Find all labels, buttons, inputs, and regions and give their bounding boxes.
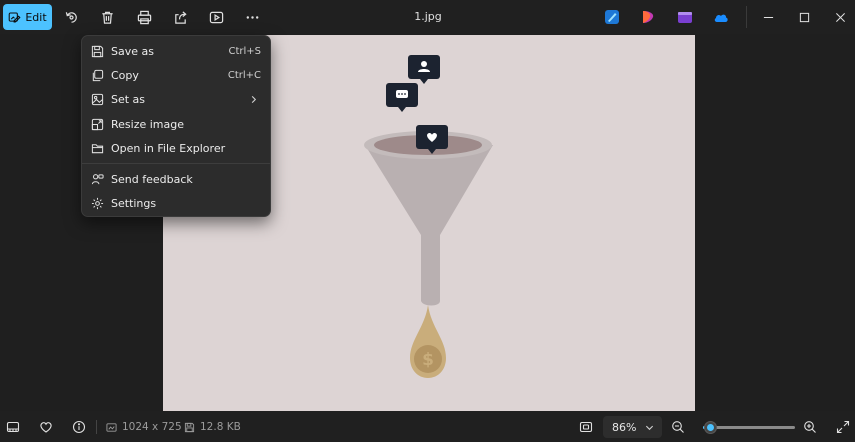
menu-item-set-as[interactable]: Set as (82, 88, 270, 112)
zoom-in-icon (804, 421, 816, 433)
share-icon (174, 10, 187, 24)
status-separator (96, 420, 97, 434)
edit-button[interactable]: Edit (3, 4, 52, 30)
fullscreen-button[interactable] (834, 418, 852, 436)
minimize-icon (763, 16, 773, 18)
fullscreen-icon (836, 420, 850, 434)
chevron-right-icon (251, 95, 257, 103)
folder-icon (90, 141, 104, 155)
dimensions-text: 1024 x 725 (122, 421, 182, 433)
menu-item-shortcut: Ctrl+C (227, 69, 261, 81)
gear-icon (90, 197, 104, 211)
edit-image-icon (9, 12, 21, 22)
dimensions-icon (106, 422, 117, 432)
zoom-level-value: 86% (612, 420, 637, 434)
zoom-out-icon (672, 421, 684, 433)
slideshow-button[interactable] (206, 7, 226, 27)
toolbar-divider (746, 6, 747, 28)
file-info-button[interactable] (70, 418, 88, 436)
menu-separator (82, 163, 270, 165)
clipchamp-app-button[interactable] (640, 9, 656, 25)
zoom-slider-thumb[interactable] (703, 421, 717, 434)
favorite-button[interactable] (37, 418, 55, 436)
set-as-icon (90, 93, 104, 107)
menu-item-label: Save as (111, 44, 154, 58)
heart-icon (40, 422, 52, 433)
printer-icon (137, 10, 151, 24)
menu-item-label: Copy (111, 68, 139, 82)
print-button[interactable] (134, 7, 154, 27)
fit-screen-icon (579, 421, 593, 433)
zoom-out-button[interactable] (669, 418, 687, 436)
info-icon (72, 420, 86, 434)
save-icon (90, 44, 104, 58)
menu-item-label: Settings (111, 197, 157, 211)
rotate-icon (65, 11, 77, 23)
video-editor-app-button[interactable] (677, 9, 693, 25)
menu-item-label: Open in File Explorer (111, 141, 226, 155)
resize-icon (90, 117, 104, 131)
close-button[interactable] (830, 7, 850, 27)
designer-app-button[interactable] (604, 9, 620, 25)
menu-item-shortcut: Ctrl+S (228, 45, 261, 57)
designer-app-icon (605, 10, 619, 24)
delete-button[interactable] (97, 7, 117, 27)
file-size-text: 12.8 KB (200, 421, 241, 433)
more-options-button[interactable] (242, 7, 262, 27)
menu-item-resize-image[interactable]: Resize image (82, 112, 270, 136)
edit-button-label: Edit (25, 10, 47, 24)
clipchamp-app-icon (643, 11, 654, 23)
fit-to-window-button[interactable] (577, 418, 595, 436)
menu-item-send-feedback[interactable]: Send feedback (82, 167, 270, 191)
video-editor-app-icon (678, 12, 692, 23)
more-icon (246, 15, 258, 19)
slideshow-icon (209, 11, 223, 23)
menu-item-label: Send feedback (111, 173, 193, 187)
close-icon (835, 12, 845, 22)
top-toolbar: Edit 1.jpg (0, 0, 855, 34)
menu-item-copy[interactable]: Copy Ctrl+C (82, 63, 270, 87)
onedrive-button[interactable] (713, 9, 729, 25)
chat-bubble-icon (386, 83, 418, 112)
image-dimensions: 1024 x 725 (106, 421, 182, 433)
file-size-icon (184, 422, 195, 432)
trash-icon (101, 11, 113, 24)
file-title: 1.jpg (414, 10, 442, 23)
menu-item-settings[interactable]: Settings (82, 192, 270, 216)
filmstrip-icon (6, 421, 20, 433)
maximize-button[interactable] (794, 7, 814, 27)
user-bubble-icon (408, 55, 440, 84)
chevron-down-icon (645, 425, 654, 431)
zoom-level-dropdown[interactable]: 86% (603, 416, 662, 438)
menu-item-open-in-file-explorer[interactable]: Open in File Explorer (82, 136, 270, 160)
rotate-button[interactable] (61, 7, 81, 27)
menu-item-label: Set as (111, 93, 146, 107)
feedback-icon (90, 173, 104, 187)
menu-item-label: Resize image (111, 117, 185, 131)
minimize-button[interactable] (758, 7, 778, 27)
more-options-menu: Save as Ctrl+S Copy Ctrl+C Set as Resize… (81, 35, 271, 217)
menu-item-save-as[interactable]: Save as Ctrl+S (82, 39, 270, 63)
filmstrip-button[interactable] (4, 418, 22, 436)
onedrive-icon (714, 14, 728, 22)
copy-icon (90, 68, 104, 82)
share-button[interactable] (170, 7, 190, 27)
svg-text:$: $ (422, 350, 434, 370)
zoom-slider[interactable] (703, 421, 795, 434)
bottom-status-bar: 1024 x 725 12.8 KB 86% (0, 411, 855, 442)
maximize-icon (799, 12, 809, 22)
zoom-in-button[interactable] (801, 418, 819, 436)
file-size: 12.8 KB (184, 421, 241, 433)
